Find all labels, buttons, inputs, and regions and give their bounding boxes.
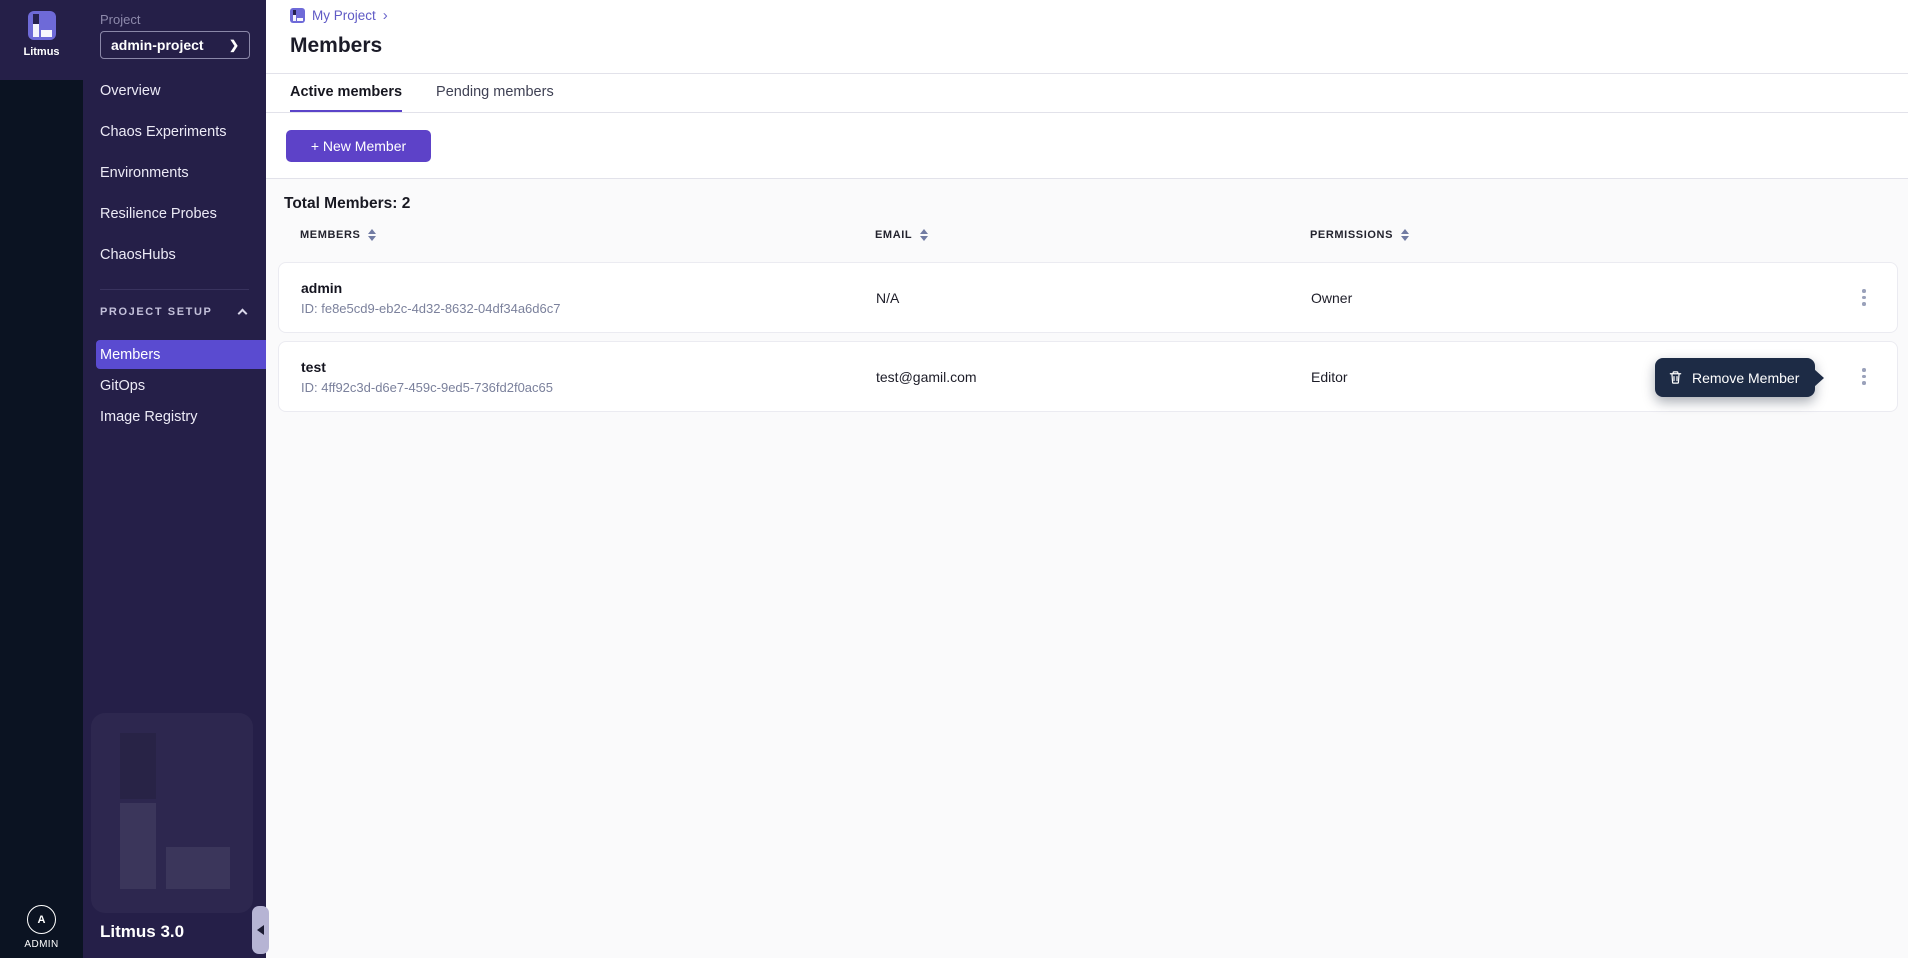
chevron-left-icon <box>257 925 264 935</box>
sidebar-item-environments[interactable]: Environments <box>83 152 266 193</box>
main-content: My Project › Members Active members Pend… <box>266 0 1908 958</box>
project-logo-icon <box>290 8 305 23</box>
project-setup-section-header[interactable]: PROJECT SETUP <box>83 290 266 334</box>
member-name-cell: admin ID: fe8e5cd9-eb2c-4d32-8632-04df34… <box>301 280 560 316</box>
sidebar-item-label: GitOps <box>100 378 145 394</box>
version-label: Litmus 3.0 <box>100 922 184 942</box>
sidebar-item-label: Members <box>100 347 160 363</box>
row-menu-kebab-icon[interactable] <box>1857 366 1871 388</box>
remove-member-label: Remove Member <box>1692 370 1799 386</box>
total-members-label: Total Members: 2 <box>284 195 410 213</box>
breadcrumb-my-project-link[interactable]: My Project <box>312 8 376 23</box>
breadcrumb: My Project › <box>290 8 388 23</box>
column-header-email: EMAIL <box>875 229 928 241</box>
section-label: PROJECT SETUP <box>100 306 213 318</box>
sidebar: Project admin-project ❯ Overview Chaos E… <box>83 0 266 958</box>
sort-icon[interactable] <box>1401 229 1409 241</box>
litmus-logo-label: Litmus <box>23 46 59 58</box>
member-permission: Owner <box>1311 290 1352 306</box>
members-table-section: Total Members: 2 MEMBERS EMAIL PERMISSIO… <box>266 179 1908 958</box>
remove-member-menu-item[interactable]: Remove Member <box>1655 358 1815 397</box>
member-name-cell: test ID: 4ff92c3d-d6e7-459c-9ed5-736fd2f… <box>301 359 553 395</box>
app-window: Litmus A ADMIN Project admin-project ❯ O… <box>0 0 1908 958</box>
sidebar-item-members[interactable]: Members <box>96 340 266 369</box>
litmus-logo-icon <box>28 11 56 40</box>
tab-bar: Active members Pending members <box>290 78 554 113</box>
user-label: ADMIN <box>24 939 58 950</box>
trash-icon <box>1668 370 1683 385</box>
litmus-watermark-logo <box>91 713 253 913</box>
sidebar-item-label: Resilience Probes <box>100 206 217 222</box>
popup-arrow <box>1814 369 1824 387</box>
sidebar-item-chaos-experiments[interactable]: Chaos Experiments <box>83 111 266 152</box>
column-header-members: MEMBERS <box>300 229 376 241</box>
sidebar-item-chaoshubs[interactable]: ChaosHubs <box>83 234 266 275</box>
member-permission: Editor <box>1311 369 1348 385</box>
tab-pending-members[interactable]: Pending members <box>436 78 554 113</box>
member-email: N/A <box>876 290 899 306</box>
column-label: MEMBERS <box>300 229 360 241</box>
column-header-permissions: PERMISSIONS <box>1310 229 1409 241</box>
project-label: Project <box>100 12 140 27</box>
member-name: test <box>301 359 553 375</box>
table-header-row: MEMBERS EMAIL PERMISSIONS <box>266 229 1908 251</box>
new-member-button[interactable]: + New Member <box>286 130 431 162</box>
header-divider <box>266 73 1908 74</box>
project-name: admin-project <box>111 37 229 53</box>
member-name: admin <box>301 280 560 296</box>
column-label: PERMISSIONS <box>1310 229 1393 241</box>
nav-rail: Litmus A ADMIN <box>0 0 83 958</box>
table-row-admin: admin ID: fe8e5cd9-eb2c-4d32-8632-04df34… <box>278 262 1898 333</box>
row-menu-kebab-icon[interactable] <box>1857 287 1871 309</box>
toolbar: + New Member <box>266 113 1908 178</box>
litmus-logo-block[interactable]: Litmus <box>0 0 83 80</box>
sidebar-item-gitops[interactable]: GitOps <box>96 371 266 400</box>
project-selector[interactable]: admin-project ❯ <box>100 31 250 59</box>
chevron-up-icon <box>237 309 247 319</box>
sidebar-item-image-registry[interactable]: Image Registry <box>96 402 266 431</box>
sidebar-collapse-handle[interactable] <box>252 906 269 954</box>
page-title: Members <box>290 34 382 58</box>
sidebar-item-label: Overview <box>100 83 160 99</box>
sidebar-nav: Overview Chaos Experiments Environments … <box>83 70 266 433</box>
sidebar-item-label: Chaos Experiments <box>100 124 227 140</box>
sidebar-item-label: Environments <box>100 165 189 181</box>
sort-icon[interactable] <box>920 229 928 241</box>
sidebar-item-label: Image Registry <box>100 409 198 425</box>
sort-icon[interactable] <box>368 229 376 241</box>
tab-active-members[interactable]: Active members <box>290 78 402 113</box>
sidebar-item-label: ChaosHubs <box>100 247 176 263</box>
chevron-right-icon: ❯ <box>229 38 239 52</box>
sidebar-item-overview[interactable]: Overview <box>83 70 266 111</box>
member-id: ID: 4ff92c3d-d6e7-459c-9ed5-736fd2f0ac65 <box>301 380 553 395</box>
member-id: ID: fe8e5cd9-eb2c-4d32-8632-04df34a6d6c7 <box>301 301 560 316</box>
chevron-right-icon: › <box>383 8 388 23</box>
member-email: test@gamil.com <box>876 369 977 385</box>
avatar[interactable]: A <box>27 905 56 934</box>
column-label: EMAIL <box>875 229 912 241</box>
sidebar-item-resilience-probes[interactable]: Resilience Probes <box>83 193 266 234</box>
avatar-letter: A <box>38 914 46 926</box>
user-menu[interactable]: A ADMIN <box>0 905 83 950</box>
